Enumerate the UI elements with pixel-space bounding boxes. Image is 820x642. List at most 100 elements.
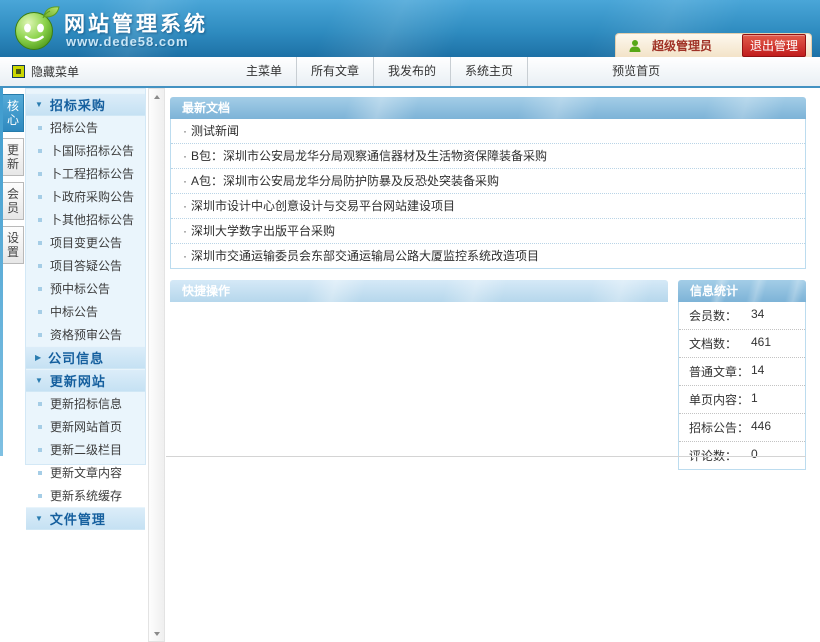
stat-label: 文档数： — [689, 335, 751, 352]
stats-body: 会员数：34文档数：461普通文章：14单页内容：1招标公告：446评论数：0 — [678, 302, 806, 470]
sidebar-item[interactable]: 中标公告 — [26, 300, 145, 323]
menu-item-4[interactable]: 系统主页 — [451, 57, 528, 86]
bullet-icon — [38, 448, 42, 452]
bullet-icon — [38, 333, 42, 337]
sidebar-item[interactable]: 资格预审公告 — [26, 323, 145, 346]
sidebar-item[interactable]: 卜国际招标公告 — [26, 139, 145, 162]
sidebar-item[interactable]: 项目变更公告 — [26, 231, 145, 254]
menu-item-1[interactable]: 主菜单 — [232, 57, 297, 86]
stat-value: 446 — [751, 419, 771, 436]
sidebar-section-label: 更新网站 — [50, 371, 106, 390]
sidebar-item-label: 更新网站首页 — [50, 418, 122, 435]
stat-label: 会员数： — [689, 307, 751, 324]
scroll-up-button[interactable] — [149, 89, 164, 104]
stat-value: 14 — [751, 363, 764, 380]
sidebar-item[interactable]: 招标公告 — [26, 116, 145, 139]
sidebar-item-label: 卜国际招标公告 — [50, 142, 134, 159]
sidebar-item[interactable]: 卜其他招标公告 — [26, 208, 145, 231]
stat-value: 461 — [751, 335, 771, 352]
sidebar-item[interactable]: 预中标公告 — [26, 277, 145, 300]
chevron-down-icon: ▼ — [35, 514, 43, 523]
sidebar-item[interactable]: 更新系统缓存 — [26, 484, 145, 507]
doc-list-item[interactable]: 深圳市设计中心创意设计与交易平台网站建设项目 — [171, 194, 805, 219]
menu-item-2[interactable]: 所有文章 — [297, 57, 374, 86]
sidebar-item-label: 项目变更公告 — [50, 234, 122, 251]
stat-value: 1 — [751, 391, 758, 408]
triangle-down-icon — [154, 632, 160, 636]
sidebar-item-label: 卜其他招标公告 — [50, 211, 134, 228]
sidebar-scrollbar[interactable] — [148, 88, 165, 642]
bullet-icon — [38, 310, 42, 314]
module-tab-4[interactable]: 设置 — [3, 226, 24, 264]
scroll-down-button[interactable] — [149, 626, 164, 641]
stat-row: 会员数：34 — [679, 302, 805, 330]
module-tab-2[interactable]: 更新 — [3, 138, 24, 176]
menu-item-3[interactable]: 我发布的 — [374, 57, 451, 86]
chevron-down-icon: ▼ — [35, 100, 43, 109]
module-tab-3[interactable]: 会员 — [3, 182, 24, 220]
stat-value: 34 — [751, 307, 764, 324]
sidebar-item-label: 更新系统缓存 — [50, 487, 122, 504]
doc-list-item[interactable]: B包：深圳市公安局龙华分局观察通信器材及生活物资保障装备采购 — [171, 144, 805, 169]
hide-menu-button[interactable]: 隐藏菜单 — [12, 57, 79, 86]
sidebar-item[interactable]: 卜工程招标公告 — [26, 162, 145, 185]
admin-dashboard: 网站管理系统 www.dede58.com 超级管理员 退出管理 隐藏菜单 主菜… — [0, 0, 820, 642]
sidebar-section-label: 文件管理 — [50, 509, 106, 528]
bullet-icon — [38, 195, 42, 199]
latest-docs-panel: 最新文档 测试新闻B包：深圳市公安局龙华分局观察通信器材及生活物资保障装备采购A… — [170, 97, 806, 269]
module-tab-1[interactable]: 核心 — [3, 94, 24, 132]
latest-docs-header: 最新文档 — [170, 97, 806, 119]
sidebar-item-label: 中标公告 — [50, 303, 98, 320]
stat-label: 单页内容： — [689, 391, 751, 408]
sidebar-item[interactable]: 更新文章内容 — [26, 461, 145, 484]
sidebar-menu: ▼招标采购招标公告卜国际招标公告卜工程招标公告卜政府采购公告卜其他招标公告项目变… — [25, 88, 146, 465]
bullet-icon — [38, 149, 42, 153]
admin-role-label: 超级管理员 — [652, 37, 712, 54]
sidebar-item-label: 更新文章内容 — [50, 464, 122, 481]
doc-list-item[interactable]: 深圳市交通运输委员会东部交通运输局公路大厦监控系统改造项目 — [171, 244, 805, 268]
doc-list-item[interactable]: A包：深圳市公安局龙华分局防护防暴及反恐处突装备采购 — [171, 169, 805, 194]
stats-header: 信息统计 — [678, 280, 806, 302]
sidebar-item[interactable]: 更新网站首页 — [26, 415, 145, 438]
sidebar-item[interactable]: 更新二级栏目 — [26, 438, 145, 461]
sidebar-item-label: 项目答疑公告 — [50, 257, 122, 274]
bullet-icon — [38, 402, 42, 406]
menubar: 隐藏菜单 主菜单所有文章我发布的系统主页 预览首页 — [0, 57, 820, 88]
sidebar-item[interactable]: 卜政府采购公告 — [26, 185, 145, 208]
bullet-icon — [38, 471, 42, 475]
sidebar-item-label: 卜工程招标公告 — [50, 165, 134, 182]
menu-item-5[interactable]: 预览首页 — [598, 57, 674, 86]
bullet-icon — [38, 264, 42, 268]
bullet-icon — [38, 126, 42, 130]
bullet-icon — [38, 494, 42, 498]
user-icon — [628, 39, 642, 53]
menubar-items: 主菜单所有文章我发布的系统主页 预览首页 — [232, 57, 674, 86]
bullet-icon — [38, 218, 42, 222]
sidebar-item-label: 招标公告 — [50, 119, 98, 136]
stat-row: 招标公告：446 — [679, 414, 805, 442]
quick-ops-header: 快捷操作 — [170, 280, 668, 302]
sidebar-section-label: 公司信息 — [48, 348, 104, 367]
sidebar-item-label: 更新二级栏目 — [50, 441, 122, 458]
chevron-right-icon: ▶ — [35, 353, 41, 362]
sidebar-item[interactable]: 项目答疑公告 — [26, 254, 145, 277]
sidebar-section-header-1[interactable]: ▼招标采购 — [26, 93, 145, 116]
top-banner: 网站管理系统 www.dede58.com 超级管理员 退出管理 — [0, 0, 820, 57]
sidebar-section-header-2[interactable]: ▶ 公司信息 — [26, 346, 145, 369]
content-divider — [166, 456, 806, 457]
app-subtitle: www.dede58.com — [66, 34, 189, 49]
stat-label: 普通文章： — [689, 363, 751, 380]
doc-list-item[interactable]: 深圳大学数字出版平台采购 — [171, 219, 805, 244]
hide-menu-label: 隐藏菜单 — [31, 63, 79, 80]
stat-row: 单页内容：1 — [679, 386, 805, 414]
bullet-icon — [38, 241, 42, 245]
logout-button[interactable]: 退出管理 — [742, 34, 806, 57]
doc-list-item[interactable]: 测试新闻 — [171, 119, 805, 144]
sidebar-item[interactable]: 更新招标信息 — [26, 392, 145, 415]
sidebar-section-header-4[interactable]: ▼ 文件管理 — [26, 507, 145, 530]
latest-docs-list: 测试新闻B包：深圳市公安局龙华分局观察通信器材及生活物资保障装备采购A包：深圳市… — [170, 119, 806, 269]
stat-row: 文档数：461 — [679, 330, 805, 358]
sidebar-section-header-3[interactable]: ▼更新网站 — [26, 369, 145, 392]
bullet-icon — [38, 172, 42, 176]
stat-row: 普通文章：14 — [679, 358, 805, 386]
